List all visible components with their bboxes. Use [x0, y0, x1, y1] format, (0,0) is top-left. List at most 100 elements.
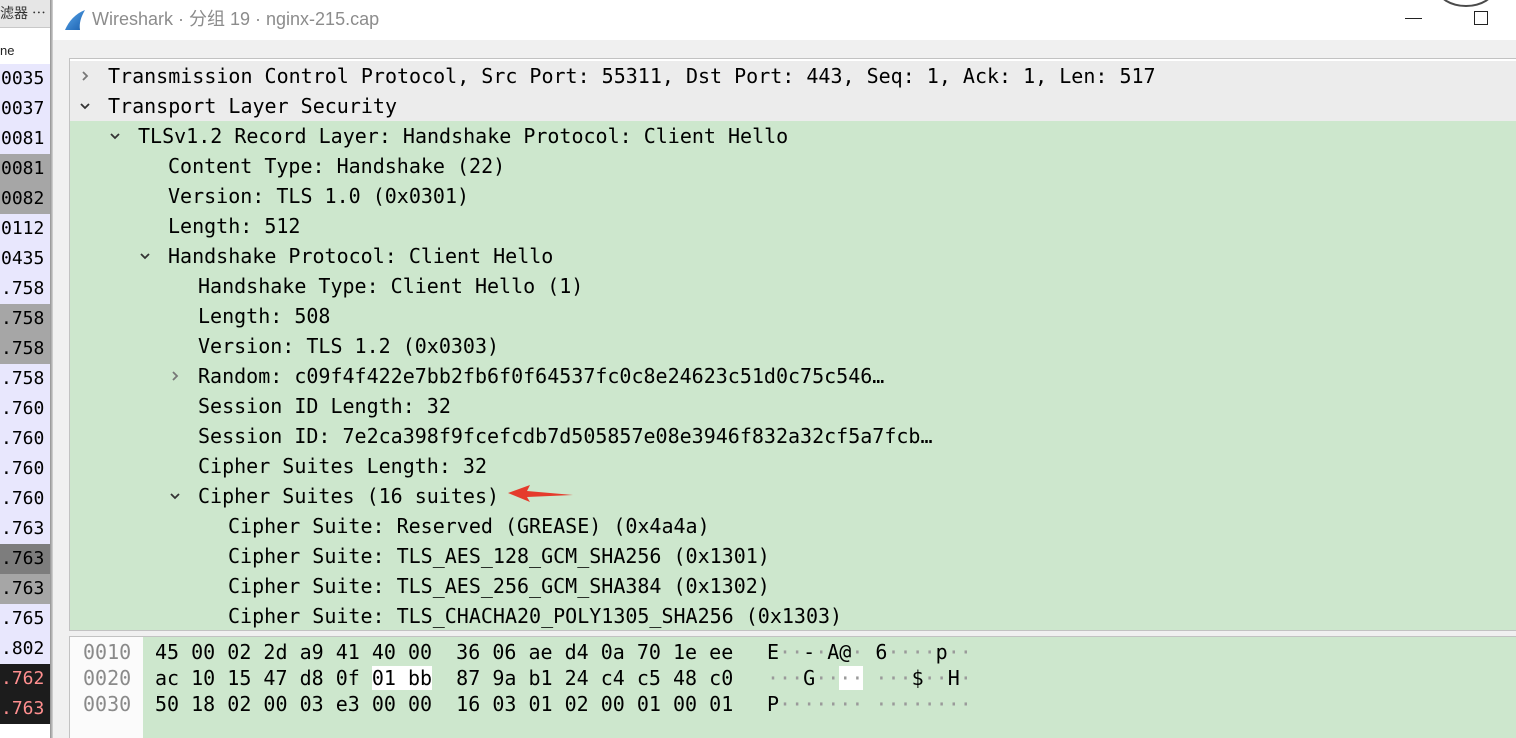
hex-byte[interactable]: 87: [456, 666, 480, 690]
ascii-char[interactable]: ·: [815, 640, 827, 664]
tree-row[interactable]: Content Type: Handshake (22): [70, 151, 1516, 181]
hex-byte[interactable]: 45: [155, 640, 179, 664]
packet-details-pane[interactable]: Transmission Control Protocol, Src Port:…: [69, 58, 1516, 631]
ascii-char[interactable]: ·: [900, 666, 912, 690]
hex-byte[interactable]: 48: [673, 666, 697, 690]
tree-row[interactable]: Session ID Length: 32: [70, 391, 1516, 421]
hex-byte[interactable]: 47: [263, 666, 287, 690]
ascii-char[interactable]: ·: [875, 666, 887, 690]
hex-byte[interactable]: 2d: [263, 640, 287, 664]
ascii-char[interactable]: P: [767, 692, 779, 716]
ascii-dump[interactable]: P······· ········: [767, 691, 972, 717]
tree-row[interactable]: Version: TLS 1.0 (0x0301): [70, 181, 1516, 211]
chevron-right-icon[interactable]: [169, 370, 181, 382]
ascii-char[interactable]: ·: [779, 666, 791, 690]
packet-list-row[interactable]: .760: [0, 484, 50, 514]
packet-list-row[interactable]: .763: [0, 574, 50, 604]
ascii-char[interactable]: ·: [851, 666, 863, 690]
tree-row[interactable]: Cipher Suite: TLS_CHACHA20_POLY1305_SHA2…: [70, 601, 1516, 630]
hex-byte[interactable]: d4: [565, 640, 589, 664]
hex-byte[interactable]: 40: [372, 640, 396, 664]
hex-byte[interactable]: 15: [227, 666, 251, 690]
hex-byte[interactable]: 1e: [673, 640, 697, 664]
ascii-char[interactable]: ·: [936, 666, 948, 690]
tree-row[interactable]: Version: TLS 1.2 (0x0303): [70, 331, 1516, 361]
packet-list-row[interactable]: 0082: [0, 184, 50, 214]
hex-byte[interactable]: 00: [263, 692, 287, 716]
hex-byte[interactable]: 0f: [336, 666, 360, 690]
ascii-char[interactable]: -: [803, 640, 815, 664]
ascii-char[interactable]: A: [827, 640, 839, 664]
ascii-char[interactable]: ·: [791, 640, 803, 664]
ascii-char[interactable]: ·: [887, 640, 899, 664]
ascii-char[interactable]: ·: [779, 692, 791, 716]
ascii-char[interactable]: ·: [791, 666, 803, 690]
tree-row[interactable]: Cipher Suite: TLS_AES_128_GCM_SHA256 (0x…: [70, 541, 1516, 571]
hex-byte[interactable]: 70: [637, 640, 661, 664]
tree-row[interactable]: Length: 512: [70, 211, 1516, 241]
ascii-char[interactable]: ·: [948, 640, 960, 664]
selected-hex-bytes[interactable]: 01 bb: [371, 666, 433, 690]
ascii-char[interactable]: ·: [900, 692, 912, 716]
ascii-char[interactable]: ·: [851, 640, 863, 664]
title-bar[interactable]: Wireshark · 分组 19 · nginx-215.cap: [53, 0, 1516, 40]
hex-byte[interactable]: 18: [191, 692, 215, 716]
hex-byte[interactable]: ac: [155, 666, 179, 690]
hex-byte[interactable]: bb: [408, 666, 432, 690]
ascii-char[interactable]: 6: [875, 640, 887, 664]
ascii-char[interactable]: p: [936, 640, 948, 664]
hex-byte[interactable]: a9: [300, 640, 324, 664]
ascii-char[interactable]: ·: [779, 640, 791, 664]
ascii-char[interactable]: ·: [900, 640, 912, 664]
packet-list-row[interactable]: .762: [0, 664, 50, 694]
hex-byte[interactable]: 01: [709, 692, 733, 716]
ascii-char[interactable]: ·: [924, 640, 936, 664]
packet-list-row[interactable]: 0037: [0, 94, 50, 124]
chevron-down-icon[interactable]: [169, 490, 181, 502]
tree-row[interactable]: Cipher Suites Length: 32: [70, 451, 1516, 481]
display-filter-label[interactable]: 滤器 ⋯: [0, 0, 50, 28]
hex-byte[interactable]: 01: [528, 692, 552, 716]
tree-row[interactable]: Cipher Suite: TLS_AES_256_GCM_SHA384 (0x…: [70, 571, 1516, 601]
tree-row[interactable]: Session ID: 7e2ca398f9fcefcdb7d505857e08…: [70, 421, 1516, 451]
selected-ascii-chars[interactable]: ··: [839, 666, 864, 690]
ascii-char[interactable]: ·: [839, 692, 851, 716]
ascii-char[interactable]: ·: [924, 692, 936, 716]
hex-dump[interactable]: 45 00 02 2d a9 41 40 00 36 06 ae d4 0a 7…: [155, 639, 733, 665]
ascii-dump[interactable]: E··-·A@· 6····p··: [767, 639, 972, 665]
ascii-char[interactable]: ·: [948, 692, 960, 716]
hex-byte[interactable]: 50: [155, 692, 179, 716]
hex-byte[interactable]: 0a: [601, 640, 625, 664]
packet-list-row[interactable]: .763: [0, 694, 50, 724]
ascii-char[interactable]: ·: [827, 666, 839, 690]
ascii-char[interactable]: ·: [960, 666, 972, 690]
chevron-down-icon[interactable]: [139, 250, 151, 262]
hex-byte[interactable]: 00: [372, 692, 396, 716]
ascii-char[interactable]: ·: [875, 692, 887, 716]
packet-list-row[interactable]: .758: [0, 364, 50, 394]
hex-byte[interactable]: c5: [637, 666, 661, 690]
ascii-char[interactable]: H: [948, 666, 960, 690]
hex-byte[interactable]: b1: [528, 666, 552, 690]
hex-byte[interactable]: 06: [492, 640, 516, 664]
ascii-char[interactable]: ·: [767, 666, 779, 690]
ascii-char[interactable]: $: [912, 666, 924, 690]
hex-byte[interactable]: 16: [456, 692, 480, 716]
tree-row[interactable]: Length: 508: [70, 301, 1516, 331]
tree-row[interactable]: Transmission Control Protocol, Src Port:…: [70, 61, 1516, 91]
chevron-down-icon[interactable]: [79, 100, 91, 112]
hex-byte[interactable]: ae: [528, 640, 552, 664]
hex-byte[interactable]: 00: [673, 692, 697, 716]
hex-byte[interactable]: c0: [709, 666, 733, 690]
hex-byte[interactable]: 10: [191, 666, 215, 690]
minimize-button[interactable]: [1398, 6, 1428, 32]
packet-list-row[interactable]: .758: [0, 304, 50, 334]
hex-byte[interactable]: d8: [300, 666, 324, 690]
hex-byte[interactable]: 03: [492, 692, 516, 716]
hex-byte[interactable]: 00: [191, 640, 215, 664]
ascii-char[interactable]: ·: [839, 666, 851, 690]
hex-byte[interactable]: c4: [601, 666, 625, 690]
ascii-char[interactable]: ·: [924, 666, 936, 690]
ascii-char[interactable]: ·: [851, 692, 863, 716]
maximize-button[interactable]: [1466, 4, 1496, 32]
